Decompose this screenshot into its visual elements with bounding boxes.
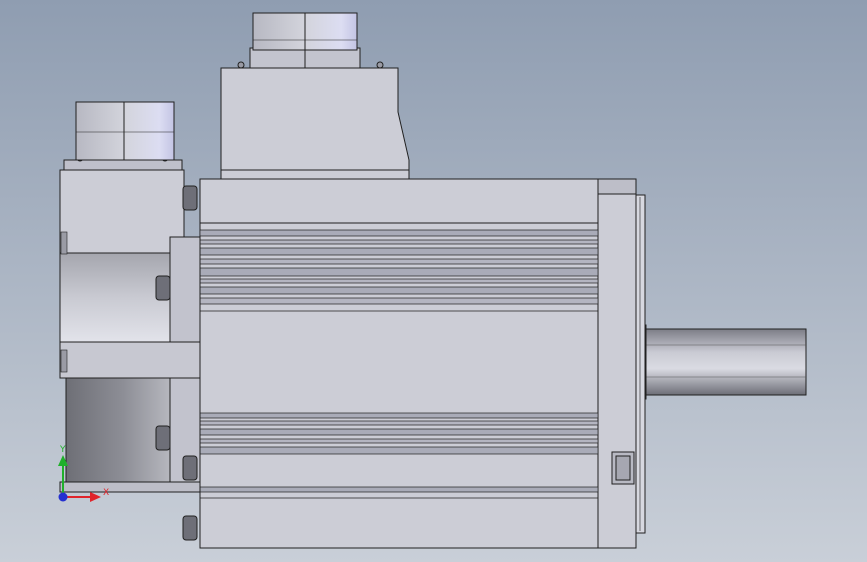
- z-axis-dot: [58, 492, 68, 502]
- motor-housing[interactable]: [199, 178, 599, 549]
- motor-shaft[interactable]: [635, 324, 807, 400]
- encoder-connector-cap: [75, 101, 175, 161]
- y-axis-label: Y: [59, 445, 66, 455]
- front-flange[interactable]: [597, 178, 646, 549]
- bolt: [182, 185, 198, 211]
- cad-canvas[interactable]: Y X: [0, 0, 867, 562]
- cad-viewport[interactable]: Y X: [0, 0, 867, 562]
- bolt: [155, 425, 171, 451]
- encoder-connector[interactable]: [63, 101, 183, 171]
- x-axis-label: X: [103, 488, 109, 498]
- bolt: [155, 275, 171, 301]
- bolt: [182, 455, 198, 481]
- bolt: [182, 515, 198, 541]
- encoder-module[interactable]: [59, 169, 201, 541]
- upper-cooling-ribs: [199, 229, 599, 312]
